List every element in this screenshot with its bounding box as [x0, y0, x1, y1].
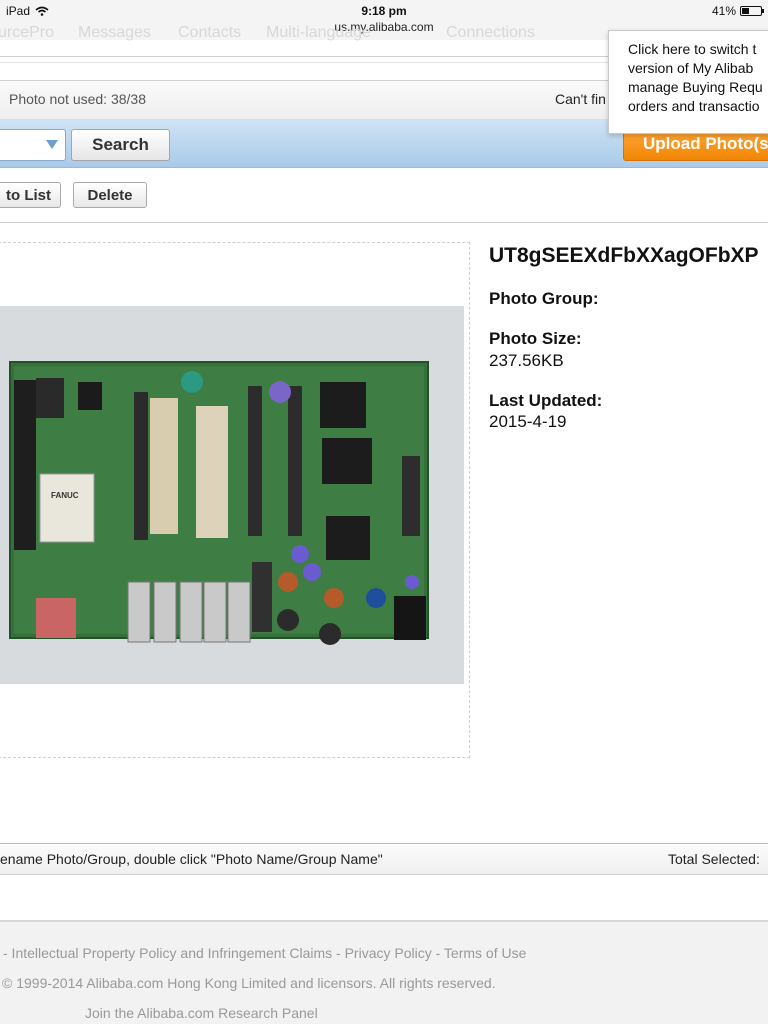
nav-item-sourcepro[interactable]: urcePro	[0, 24, 54, 42]
tooltip-line: manage Buying Requ	[628, 79, 763, 95]
nav-item-multi-language[interactable]: Multi-language	[266, 24, 371, 42]
divider	[0, 222, 768, 223]
chip-label: FANUC	[51, 491, 79, 500]
battery-icon	[740, 6, 764, 16]
switch-version-tooltip[interactable]: Click here to switch t version of My Ali…	[608, 30, 768, 134]
photo-name[interactable]: UT8gSEEXdFbXXagOFbXP	[489, 244, 759, 268]
nav-item-messages[interactable]: Messages	[78, 24, 151, 42]
battery-percent: 41%	[711, 4, 736, 18]
photo-size-label: Photo Size:	[489, 329, 582, 348]
last-updated-value: 2015-4-19	[489, 412, 567, 431]
photo-size-value: 237.56KB	[489, 351, 564, 370]
photo-group-label: Photo Group:	[489, 289, 599, 308]
footer-links[interactable]: - Intellectual Property Policy and Infri…	[3, 945, 526, 961]
tooltip-line: orders and transactio	[628, 98, 760, 114]
photo-not-used-count: Photo not used: 38/38	[9, 91, 146, 107]
tooltip-line: Click here to switch t	[628, 41, 757, 57]
last-updated-label: Last Updated:	[489, 391, 603, 410]
delete-button[interactable]: Delete	[73, 182, 147, 208]
tooltip-line: version of My Alibab	[628, 60, 754, 76]
search-button[interactable]: Search	[71, 129, 170, 161]
photo-image[interactable]: FANUC	[0, 306, 464, 684]
copyright: © 1999-2014 Alibaba.com Hong Kong Limite…	[2, 975, 496, 991]
status-right: 41%	[711, 4, 764, 18]
research-panel-link[interactable]: Join the Alibaba.com Research Panel	[85, 1005, 318, 1021]
circuit-board-image: FANUC	[0, 306, 464, 684]
cant-find-link[interactable]: Can't fin	[555, 91, 606, 107]
nav-item-connections[interactable]: Connections	[446, 24, 535, 42]
status-time: 9:18 pm	[361, 4, 407, 18]
add-to-list-button[interactable]: to List	[0, 182, 61, 208]
nav-item-contacts[interactable]: Contacts	[178, 24, 241, 42]
chevron-down-icon[interactable]	[46, 140, 58, 149]
total-selected: Total Selected:	[668, 851, 760, 867]
rename-hint: ename Photo/Group, double click "Photo N…	[0, 851, 383, 867]
